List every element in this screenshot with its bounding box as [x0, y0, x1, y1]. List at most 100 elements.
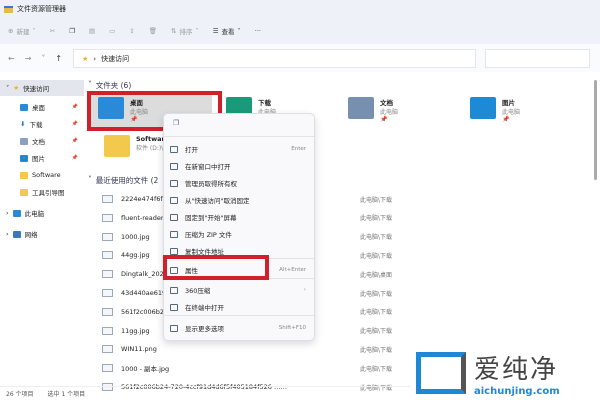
chevron-right-icon: › [6, 230, 9, 238]
zip-icon [170, 230, 178, 238]
menu-item[interactable]: 压缩为 ZIP 文件 [170, 226, 310, 242]
sidebar-item-network[interactable]: › 网络 [0, 226, 84, 242]
folder-icon [20, 188, 28, 196]
menu-item[interactable]: 在终端中打开 [170, 299, 310, 315]
search-input[interactable] [485, 49, 590, 68]
address-path: 快速访问 [101, 54, 130, 63]
folder-icon [104, 135, 130, 157]
address-bar[interactable]: ★ › 快速访问 [73, 49, 476, 68]
folder-icon [20, 171, 28, 179]
chevron-right-icon: › [93, 54, 97, 63]
menu-item[interactable]: 打开 Enter [170, 141, 310, 157]
more-options-icon [170, 324, 178, 332]
chevron-down-icon: ˅ [6, 84, 10, 92]
copy-icon[interactable]: ❐ [173, 119, 179, 127]
pin-icon: 📌 [71, 138, 78, 144]
folder-tile-documents[interactable]: 文档 此电脑 📌 [348, 97, 398, 123]
paste-icon[interactable]: ▤ [89, 27, 95, 35]
file-icon [102, 195, 113, 203]
chevron-right-icon: › [6, 209, 9, 217]
sidebar-item-guide[interactable]: 工具引导图 [0, 184, 84, 200]
plus-icon: ⊕ [8, 27, 14, 35]
folder-tile-pictures[interactable]: 图片 此电脑 📌 [470, 97, 520, 123]
pin-icon: 📌 [71, 155, 78, 161]
delete-icon[interactable]: 🗑 [149, 27, 157, 35]
file-explorer-icon [4, 5, 13, 13]
scrollbar[interactable] [594, 80, 597, 180]
documents-folder-icon [348, 97, 374, 119]
pictures-folder-icon [470, 97, 496, 119]
file-icon [102, 345, 113, 354]
menu-item[interactable]: 管理员取得所有权 [170, 175, 310, 191]
menu-item[interactable]: 从"快速访问"取消固定 [170, 192, 310, 208]
file-icon [102, 307, 113, 316]
document-icon [20, 137, 28, 145]
highlight-box [163, 255, 269, 280]
file-icon [102, 289, 113, 297]
copy-path-icon [170, 247, 178, 255]
watermark-logo-icon [416, 351, 466, 394]
recent-header[interactable]: ˅ 最近使用的文件 (2 [88, 175, 158, 186]
sort-button[interactable]: ⇅ 排序 ˅ [171, 26, 199, 36]
share-icon[interactable]: ⇪ [129, 27, 134, 35]
new-button[interactable]: ⊕ 新建 ˅ [8, 26, 36, 36]
sidebar-item-documents[interactable]: 文档 📌 [0, 133, 84, 149]
folder-tile-software[interactable]: Software 软件 (D:)\... [104, 135, 169, 157]
back-icon[interactable]: ← [8, 54, 15, 63]
item-count: 26 个项目 [6, 391, 34, 398]
pin-icon: 📌 [502, 116, 510, 123]
menu-item[interactable]: 固定到"开始"屏幕 [170, 209, 310, 225]
sidebar-item-software[interactable]: Software [0, 167, 84, 183]
watermark: 爱纯净 aichunjing.com [410, 345, 600, 400]
picture-icon [20, 154, 28, 162]
unpin-icon [170, 196, 178, 204]
chevron-down-icon[interactable]: ˅ [41, 54, 45, 63]
file-icon [102, 270, 113, 279]
window-title: 文件资源管理器 [17, 5, 66, 13]
sort-icon: ⇅ [171, 27, 177, 35]
up-icon[interactable]: ↑ [55, 54, 62, 63]
menu-item[interactable]: 在新窗口中打开 [170, 158, 310, 174]
toolbar: ⊕ 新建 ˅ ✂ ❐ ▤ ▭ ⇪ 🗑 ⇅ 排序 ˅ ☰ 查看 ˅ ··· [0, 18, 600, 44]
menu-item[interactable]: 显示更多选项 Shift+F10 [170, 320, 310, 336]
selected-count: 选中 1 个项目 [47, 391, 86, 398]
pin-icon [170, 213, 178, 221]
desktop-icon [20, 103, 28, 111]
file-icon [102, 251, 113, 260]
sidebar: ˅ ★ 快速访问 桌面 📌 ⬇ 下载 📌 文档 📌 图片 📌 Software 工具引导图 ›… [0, 80, 84, 385]
folders-header[interactable]: ˅ 文件夹 (6) [88, 80, 131, 91]
rename-icon[interactable]: ▭ [109, 27, 115, 35]
more-button[interactable]: ··· [255, 27, 261, 35]
file-icon [102, 232, 113, 241]
folder-open-icon [170, 145, 178, 153]
download-icon: ⬇ [20, 120, 26, 128]
admin-icon [170, 179, 178, 187]
star-icon: ★ [82, 54, 89, 63]
sidebar-item-downloads[interactable]: ⬇ 下载 📌 [0, 116, 84, 132]
title-bar: 文件资源管理器 [0, 0, 600, 18]
cut-icon[interactable]: ✂ [50, 27, 55, 35]
network-icon [12, 230, 21, 238]
view-button[interactable]: ☰ 查看 ˅ [213, 26, 241, 36]
sidebar-item-pictures[interactable]: 图片 📌 [0, 150, 84, 166]
view-icon: ☰ [212, 27, 219, 35]
divider [164, 315, 314, 316]
copy-icon[interactable]: ❐ [69, 27, 75, 35]
pin-icon: 📌 [380, 116, 388, 123]
star-icon: ★ [13, 84, 20, 92]
context-menu: ❐ 打开 Enter 在新窗口中打开 管理员取得所有权 从"快速访问"取消固定 固定到"开… [163, 113, 315, 341]
computer-icon [12, 209, 21, 217]
sidebar-item-quick-access[interactable]: ˅ ★ 快速访问 [0, 80, 84, 96]
menu-item[interactable]: 360压缩 › [170, 282, 310, 298]
chevron-down-icon: ˅ [88, 175, 92, 184]
sidebar-item-desktop[interactable]: 桌面 📌 [0, 99, 84, 115]
address-row: ← → ˅ ↑ ★ › 快速访问 [0, 44, 600, 72]
pin-icon: 📌 [71, 104, 78, 110]
new-window-icon [170, 162, 178, 170]
terminal-icon [170, 303, 178, 311]
file-icon [102, 213, 113, 222]
sidebar-item-this-pc[interactable]: › 此电脑 [0, 205, 84, 221]
pin-icon: 📌 [71, 121, 78, 127]
file-icon [102, 364, 113, 373]
forward-icon[interactable]: → [25, 54, 32, 63]
